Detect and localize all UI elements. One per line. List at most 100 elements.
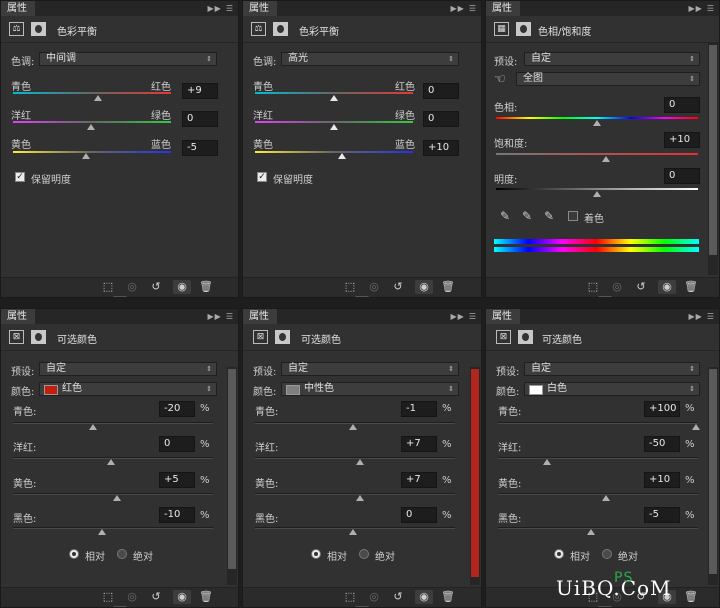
cyan-red-value-input[interactable]: 0 <box>423 83 459 99</box>
colors-select[interactable]: 中性色 ⇕ <box>281 382 459 396</box>
layer-mask-icon[interactable] <box>273 22 288 36</box>
panel-menu-icon[interactable]: ☰ <box>226 2 234 15</box>
magenta-green-slider-thumb[interactable] <box>330 124 338 130</box>
black-value-input[interactable]: -10 <box>159 507 195 523</box>
tone-select[interactable]: 高光 ⇕ <box>281 52 459 66</box>
reset-icon[interactable]: ↺ <box>632 280 650 294</box>
yellow-value-input[interactable]: +10 <box>644 472 680 488</box>
yellow-blue-slider-track[interactable] <box>255 151 413 153</box>
absolute-radio[interactable] <box>359 549 369 559</box>
black-slider-thumb[interactable] <box>98 529 106 535</box>
collapse-icon[interactable]: ▶▶ <box>451 310 465 323</box>
visibility-eye-icon[interactable]: ◉ <box>173 590 191 604</box>
view-previous-icon[interactable]: ◎ <box>123 280 141 294</box>
delete-trash-icon[interactable]: 🗑 <box>197 590 215 604</box>
colors-select[interactable]: 红色 ⇕ <box>39 382 217 396</box>
eyedropper-subtract-icon[interactable]: ✎ <box>542 209 556 223</box>
delete-trash-icon[interactable]: 🗑 <box>439 280 457 294</box>
yellow-blue-slider-thumb[interactable] <box>338 153 346 159</box>
tone-select[interactable]: 中间调 ⇕ <box>39 52 217 66</box>
magenta-green-slider-track[interactable] <box>13 121 171 123</box>
lightness-value-input[interactable]: 0 <box>664 168 700 184</box>
yellow-slider-thumb[interactable] <box>113 495 121 501</box>
collapse-icon[interactable]: ▶▶ <box>689 2 703 15</box>
cyan-slider-thumb[interactable] <box>89 424 97 430</box>
lightness-slider-track[interactable] <box>496 188 698 190</box>
vertical-scrollbar[interactable] <box>708 43 718 275</box>
targeted-adjustment-hand-icon[interactable]: ☜ <box>494 72 506 87</box>
view-previous-icon[interactable]: ◎ <box>608 280 626 294</box>
tab-properties[interactable]: 属性 <box>243 1 277 16</box>
scrollbar-thumb[interactable] <box>471 369 479 577</box>
preset-select[interactable]: 自定 ⇕ <box>524 362 700 376</box>
resize-grip[interactable] <box>113 296 127 297</box>
reset-icon[interactable]: ↺ <box>389 590 407 604</box>
layer-mask-icon[interactable] <box>31 330 46 344</box>
reset-icon[interactable]: ↺ <box>389 280 407 294</box>
cyan-red-slider-track[interactable] <box>13 92 171 94</box>
yellow-blue-value-input[interactable]: +10 <box>423 140 459 156</box>
view-previous-icon[interactable]: ◎ <box>123 590 141 604</box>
relative-radio[interactable] <box>69 549 79 559</box>
yellow-value-input[interactable]: +7 <box>401 472 437 488</box>
visibility-eye-icon[interactable]: ◉ <box>415 280 433 294</box>
vertical-scrollbar[interactable] <box>708 367 718 585</box>
saturation-slider-thumb[interactable] <box>602 156 610 162</box>
scrollbar-thumb[interactable] <box>709 369 717 574</box>
magenta-slider-thumb[interactable] <box>107 459 115 465</box>
tab-properties[interactable]: 属性 <box>486 1 520 16</box>
clip-to-layer-icon[interactable]: ⬚ <box>584 280 602 294</box>
tab-properties[interactable]: 属性 <box>1 309 35 324</box>
scrollbar-thumb[interactable] <box>709 45 717 255</box>
relative-radio[interactable] <box>311 549 321 559</box>
yellow-slider-thumb[interactable] <box>356 495 364 501</box>
hue-slider-track[interactable] <box>496 117 698 119</box>
panel-menu-icon[interactable]: ☰ <box>707 310 715 323</box>
resize-grip[interactable] <box>598 296 612 297</box>
vertical-scrollbar[interactable] <box>227 367 237 585</box>
layer-mask-icon[interactable] <box>31 22 46 36</box>
scrollbar-thumb[interactable] <box>228 369 236 569</box>
magenta-value-input[interactable]: -50 <box>644 436 680 452</box>
panel-menu-icon[interactable]: ☰ <box>226 310 234 323</box>
black-slider-track[interactable] <box>498 527 698 529</box>
hue-slider-thumb[interactable] <box>593 120 601 126</box>
layer-mask-icon[interactable] <box>518 330 533 344</box>
magenta-slider-track[interactable] <box>498 457 698 459</box>
panel-menu-icon[interactable]: ☰ <box>707 2 715 15</box>
black-slider-thumb[interactable] <box>587 529 595 535</box>
panel-menu-icon[interactable]: ☰ <box>469 310 477 323</box>
magenta-value-input[interactable]: 0 <box>159 436 195 452</box>
eyedropper-add-icon[interactable]: ✎ <box>520 209 534 223</box>
collapse-icon[interactable]: ▶▶ <box>451 2 465 15</box>
preset-select[interactable]: 自定 ⇕ <box>524 52 700 66</box>
cyan-value-input[interactable]: -20 <box>159 401 195 417</box>
yellow-slider-thumb[interactable] <box>602 495 610 501</box>
cyan-red-slider-thumb[interactable] <box>94 95 102 101</box>
yellow-slider-track[interactable] <box>255 493 455 495</box>
cyan-slider-thumb[interactable] <box>692 424 700 430</box>
yellow-blue-value-input[interactable]: -5 <box>182 140 218 156</box>
magenta-slider-track[interactable] <box>255 457 455 459</box>
visibility-eye-icon[interactable]: ◉ <box>658 280 676 294</box>
cyan-value-input[interactable]: +100 <box>644 401 680 417</box>
reset-icon[interactable]: ↺ <box>147 590 165 604</box>
preset-select[interactable]: 自定 ⇕ <box>39 362 217 376</box>
tab-properties[interactable]: 属性 <box>486 309 520 324</box>
clip-to-layer-icon[interactable]: ⬚ <box>99 590 117 604</box>
magenta-slider-thumb[interactable] <box>356 459 364 465</box>
colors-select[interactable]: 白色 ⇕ <box>524 382 700 396</box>
saturation-slider-track[interactable] <box>496 153 698 155</box>
cyan-slider-thumb[interactable] <box>349 424 357 430</box>
resize-grip[interactable] <box>355 296 369 297</box>
cyan-value-input[interactable]: -1 <box>401 401 437 417</box>
relative-radio[interactable] <box>554 549 564 559</box>
magenta-slider-thumb[interactable] <box>543 459 551 465</box>
preset-select[interactable]: 自定 ⇕ <box>281 362 459 376</box>
tab-properties[interactable]: 属性 <box>243 309 277 324</box>
magenta-green-value-input[interactable]: 0 <box>423 111 459 127</box>
yellow-value-input[interactable]: +5 <box>159 472 195 488</box>
yellow-blue-slider-thumb[interactable] <box>82 153 90 159</box>
magenta-green-slider-thumb[interactable] <box>87 124 95 130</box>
yellow-blue-slider-track[interactable] <box>13 151 171 153</box>
